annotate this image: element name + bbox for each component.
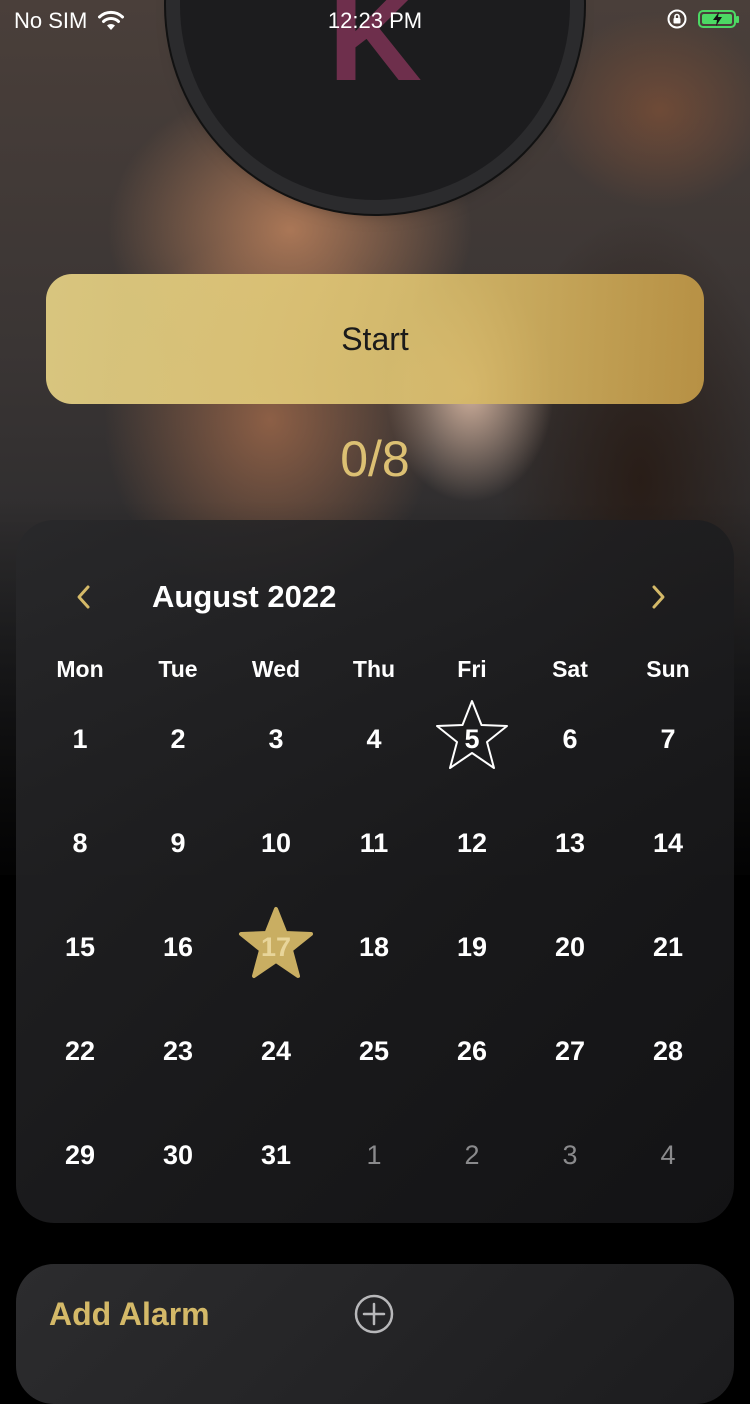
calendar-day-number: 1	[72, 723, 88, 754]
calendar-day[interactable]: 27	[521, 999, 619, 1103]
calendar-day[interactable]: 10	[227, 791, 325, 895]
orientation-lock-icon	[667, 9, 687, 29]
calendar-day[interactable]: 4	[325, 687, 423, 791]
calendar-header: August 2022	[16, 575, 734, 619]
calendar-day-number: 3	[268, 723, 284, 754]
calendar-day[interactable]: 13	[521, 791, 619, 895]
calendar-day-adjacent-month[interactable]: 2	[423, 1103, 521, 1207]
calendar-day-number: 25	[358, 1035, 390, 1066]
calendar-day-adjacent-month[interactable]: 4	[619, 1103, 717, 1207]
calendar-day[interactable]: 9	[129, 791, 227, 895]
weekday-label: Sat	[552, 656, 588, 682]
calendar-day[interactable]: 11	[325, 791, 423, 895]
calendar-day[interactable]: 14	[619, 791, 717, 895]
calendar-day[interactable]: 6	[521, 687, 619, 791]
calendar-card: August 2022 Mon Tue Wed Thu Fri Sat Sun …	[16, 520, 734, 1223]
calendar-day[interactable]: 21	[619, 895, 717, 999]
calendar-day[interactable]: 24	[227, 999, 325, 1103]
calendar-day-number: 29	[64, 1139, 96, 1170]
calendar-day[interactable]: 5	[423, 687, 521, 791]
calendar-day-number: 3	[562, 1139, 578, 1170]
calendar-day[interactable]: 1	[31, 687, 129, 791]
calendar-day[interactable]: 30	[129, 1103, 227, 1207]
calendar-day-number: 26	[456, 1035, 488, 1066]
weekday-label: Wed	[251, 656, 301, 682]
session-progress: 0/8	[340, 431, 410, 487]
weekday-label: Fri	[457, 656, 487, 682]
status-bar: No SIM 12:23 PM	[0, 0, 750, 40]
chevron-left-icon	[77, 585, 90, 609]
calendar-day[interactable]: 12	[423, 791, 521, 895]
weekday-label: Tue	[158, 656, 198, 682]
calendar-day-number: 10	[260, 827, 292, 858]
calendar-day-number: 5	[464, 723, 480, 754]
calendar-day-number: 19	[456, 931, 488, 962]
calendar-day[interactable]: 19	[423, 895, 521, 999]
plus-circle-icon[interactable]	[354, 1294, 394, 1334]
calendar-day-adjacent-month[interactable]: 3	[521, 1103, 619, 1207]
calendar-day[interactable]: 7	[619, 687, 717, 791]
next-month-button[interactable]	[636, 575, 680, 619]
status-time: 12:23 PM	[327, 8, 423, 33]
start-button[interactable]: Start	[46, 274, 704, 404]
calendar-day[interactable]: 3	[227, 687, 325, 791]
prev-month-button[interactable]	[62, 575, 106, 619]
calendar-day-number: 27	[554, 1035, 586, 1066]
calendar-day-number: 2	[170, 723, 186, 754]
calendar-day-adjacent-month[interactable]: 1	[325, 1103, 423, 1207]
calendar-day[interactable]: 23	[129, 999, 227, 1103]
calendar-day-number: 15	[64, 931, 96, 962]
calendar-day-number: 28	[652, 1035, 684, 1066]
calendar-day[interactable]: 20	[521, 895, 619, 999]
calendar-day[interactable]: 22	[31, 999, 129, 1103]
chevron-right-icon	[652, 585, 665, 609]
calendar-day[interactable]: 26	[423, 999, 521, 1103]
calendar-day-number: 17	[260, 931, 292, 962]
calendar-day[interactable]: 17	[227, 895, 325, 999]
calendar-day[interactable]: 2	[129, 687, 227, 791]
calendar-day[interactable]: 29	[31, 1103, 129, 1207]
calendar-day-number: 4	[660, 1139, 676, 1170]
weekday-header-row: Mon Tue Wed Thu Fri Sat Sun	[31, 656, 717, 683]
calendar-day-number: 16	[162, 931, 194, 962]
calendar-day[interactable]: 8	[31, 791, 129, 895]
calendar-day-number: 6	[562, 723, 578, 754]
calendar-day-number: 11	[359, 827, 389, 858]
add-alarm-label[interactable]: Add Alarm	[49, 1296, 210, 1333]
calendar-day-number: 23	[162, 1035, 194, 1066]
calendar-day-number: 12	[456, 827, 488, 858]
calendar-day-number: 24	[260, 1035, 292, 1066]
calendar-day[interactable]: 28	[619, 999, 717, 1103]
calendar-day-number: 20	[554, 931, 586, 962]
weekday-label: Sun	[646, 656, 690, 682]
calendar-day[interactable]: 25	[325, 999, 423, 1103]
calendar-day-number: 31	[260, 1139, 292, 1170]
calendar-day[interactable]: 18	[325, 895, 423, 999]
month-title: August 2022	[152, 579, 337, 614]
calendar-day-number: 21	[652, 931, 684, 962]
calendar-day[interactable]: 15	[31, 895, 129, 999]
calendar-day-number: 9	[170, 827, 186, 858]
status-right	[666, 8, 739, 30]
calendar-day-number: 14	[652, 827, 684, 858]
calendar-day-number: 1	[366, 1139, 382, 1170]
calendar-day-number: 4	[366, 723, 382, 754]
weekday-label: Mon	[56, 656, 104, 682]
calendar-day-number: 7	[660, 723, 676, 754]
calendar-day-grid: 1 2 3 4 5 6 7 8 9 10 11 12 13 14 15 16 17 18 19 20 21 22 23 24 2…	[31, 687, 717, 1207]
calendar-day-number: 13	[554, 827, 586, 858]
calendar-day-number: 8	[72, 827, 88, 858]
calendar-day-number: 18	[358, 931, 390, 962]
calendar-day[interactable]: 16	[129, 895, 227, 999]
calendar-day-number: 2	[464, 1139, 480, 1170]
calendar-day-number: 30	[162, 1139, 194, 1170]
calendar-day[interactable]: 31	[227, 1103, 325, 1207]
weekday-label: Thu	[352, 656, 396, 682]
battery-charging-icon	[698, 10, 739, 28]
alarm-card: Add Alarm	[16, 1264, 734, 1404]
calendar-day-number: 22	[64, 1035, 96, 1066]
